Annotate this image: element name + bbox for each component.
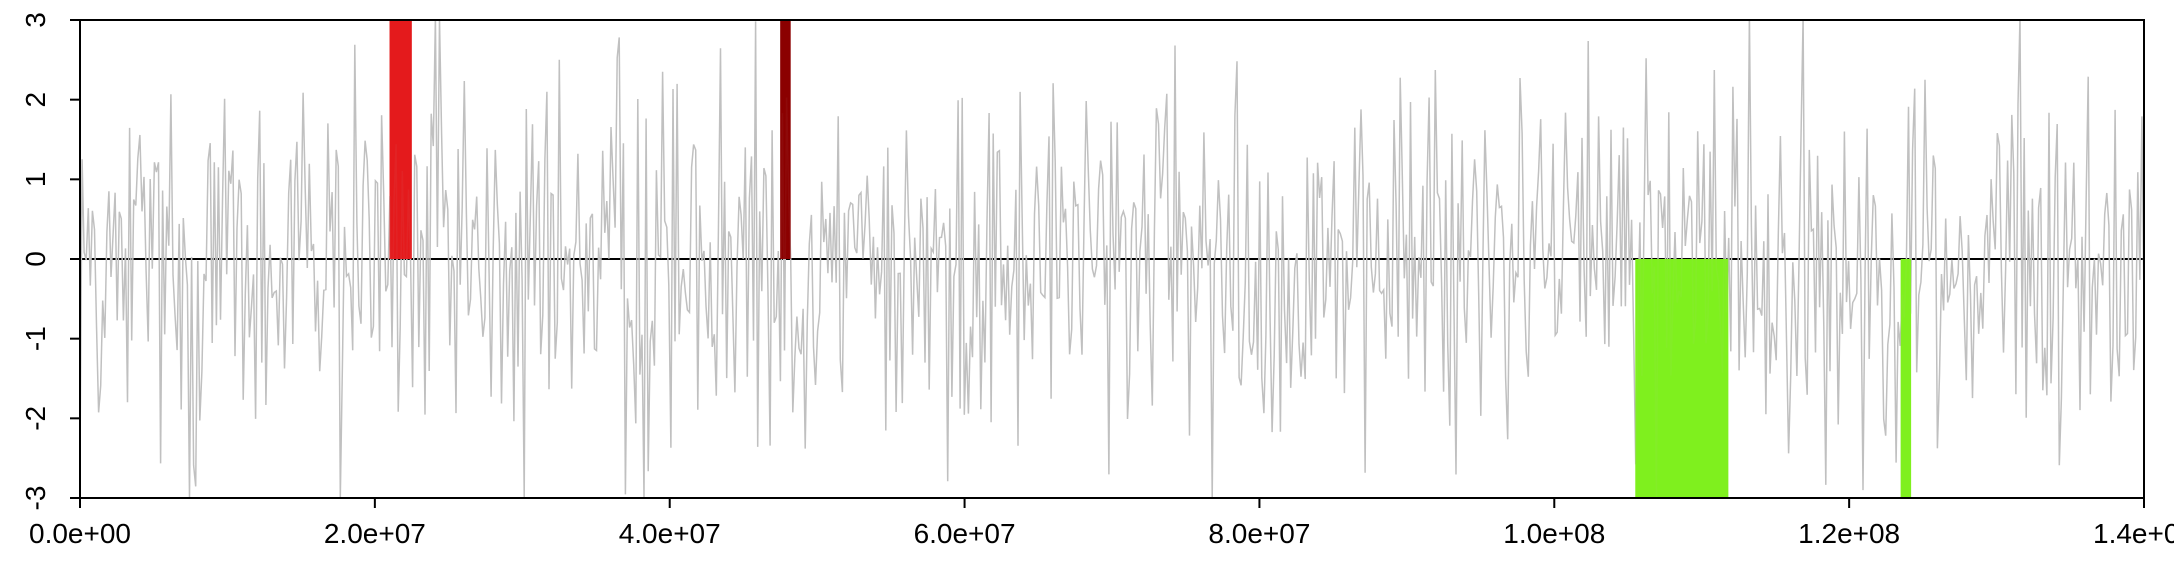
y-tick-label: 0 [20, 251, 51, 267]
x-tick-label: 6.0e+07 [914, 518, 1016, 549]
plot-area [80, 15, 2144, 499]
highlight-rect-top-0 [390, 20, 412, 259]
y-tick-label: -3 [20, 486, 51, 511]
x-tick-label: 1.2e+08 [1798, 518, 1900, 549]
y-tick-label: 3 [20, 12, 51, 28]
highlight-rect-top-3 [1901, 259, 1911, 498]
x-tick-label: 1.0e+08 [1503, 518, 1605, 549]
y-tick-label: -1 [20, 326, 51, 351]
x-tick-label: 0.0e+00 [29, 518, 131, 549]
y-tick-label: -2 [20, 406, 51, 431]
y-tick-label: 1 [20, 172, 51, 188]
x-tick-label: 8.0e+07 [1208, 518, 1310, 549]
highlight-rect-top-2 [1635, 259, 1728, 498]
y-tick-label: 2 [20, 92, 51, 108]
x-tick-label: 4.0e+07 [619, 518, 721, 549]
chart-container: 0.0e+00 2.0e+07 4.0e+07 6.0e+07 8.0e+07 1.0e+… [0, 0, 2174, 578]
chart-svg: 0.0e+00 2.0e+07 4.0e+07 6.0e+07 8.0e+07 1.0e+… [0, 0, 2174, 578]
x-tick-label: 1.4e+08 [2093, 518, 2174, 549]
highlight-rect-top-1 [780, 20, 790, 259]
x-tick-label: 2.0e+07 [324, 518, 426, 549]
